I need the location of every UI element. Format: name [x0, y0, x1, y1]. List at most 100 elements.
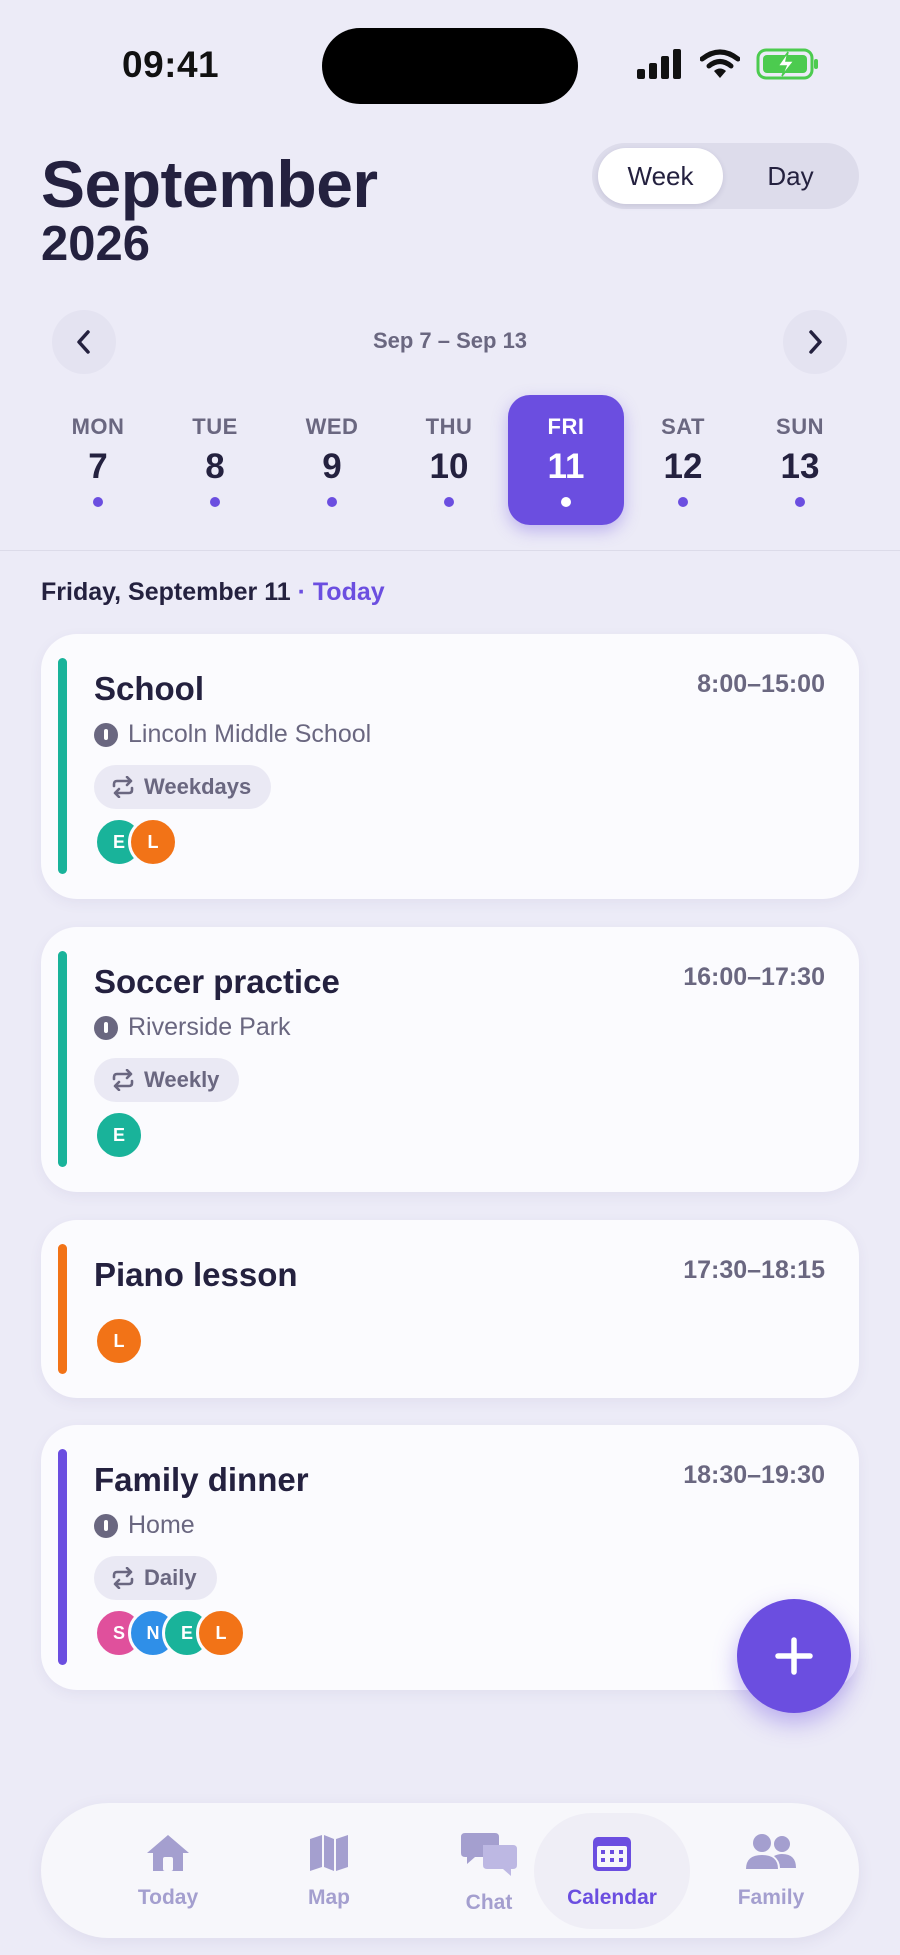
event-title: School: [94, 670, 205, 707]
location-pin-icon: [94, 722, 118, 747]
event-indicator-dot: [678, 497, 688, 507]
status-time: 09:41: [122, 44, 220, 85]
day-sunday[interactable]: SUN 13: [742, 395, 858, 525]
event-indicator-dot: [327, 497, 337, 507]
view-toggle: Week Day: [592, 143, 859, 209]
location-text: Riverside Park: [128, 1013, 291, 1041]
location-text: Home: [128, 1511, 195, 1539]
event-indicator-dot: [93, 497, 103, 507]
avatar: L: [128, 817, 178, 867]
recurrence-text: Weekdays: [144, 774, 252, 799]
calendar-icon: [593, 1837, 631, 1871]
event-color-bar: [58, 658, 67, 874]
attendee-avatars: S N E L: [94, 1608, 246, 1658]
event-location: Lincoln Middle School: [94, 720, 371, 749]
recurrence-text: Weekly: [144, 1067, 220, 1092]
event-time: 16:00–17:30: [683, 963, 825, 991]
event-time: 17:30–18:15: [683, 1256, 825, 1284]
event-color-bar: [58, 1244, 67, 1374]
chat-icon: [461, 1833, 517, 1876]
day-number: 13: [780, 447, 820, 486]
selected-date-heading: Friday, September 11 · Today: [41, 578, 385, 607]
day-number: 8: [205, 447, 225, 486]
tab-today[interactable]: Today: [93, 1803, 243, 1938]
day-number: 9: [322, 447, 342, 486]
add-event-button[interactable]: [737, 1599, 851, 1713]
day-name: WED: [305, 414, 359, 439]
map-icon: [310, 1835, 348, 1871]
week-range: Sep 7 – Sep 13: [372, 328, 528, 353]
location-pin-icon: [94, 1513, 118, 1538]
day-name: TUE: [192, 414, 238, 439]
next-week-button[interactable]: [783, 310, 847, 374]
repeat-icon: [112, 776, 134, 798]
avatar: L: [94, 1316, 144, 1366]
dynamic-island: [322, 28, 578, 104]
day-name: THU: [425, 414, 473, 439]
location-pin-icon: [94, 1015, 118, 1040]
month-title: September: [41, 147, 378, 221]
day-name: SAT: [661, 414, 705, 439]
tab-family[interactable]: Family: [696, 1803, 846, 1938]
recurrence-tag: Weekdays: [94, 765, 272, 809]
day-friday-selected[interactable]: FRI 11: [508, 395, 624, 525]
repeat-icon: [112, 1069, 134, 1091]
day-name: MON: [71, 414, 125, 439]
section-divider: [0, 550, 900, 551]
day-number: 11: [547, 447, 585, 486]
tab-label: Today: [137, 1886, 199, 1909]
event-color-bar: [58, 951, 67, 1167]
event-card-school[interactable]: School 8:00–15:00 Lincoln Middle School …: [41, 634, 859, 899]
event-indicator-dot: [210, 497, 220, 507]
plus-icon: [775, 1637, 813, 1675]
battery-charging-icon: [756, 48, 818, 80]
day-name: SUN: [776, 414, 824, 439]
selected-date-label: Friday, September 11: [41, 578, 291, 606]
event-card-piano-lesson[interactable]: Piano lesson 17:30–18:15 L: [41, 1220, 859, 1398]
chevron-right-icon: [809, 330, 822, 354]
day-saturday[interactable]: SAT 12: [625, 395, 741, 525]
tab-calendar[interactable]: Calendar: [537, 1803, 687, 1938]
event-title: Piano lesson: [94, 1256, 298, 1293]
day-number: 7: [88, 447, 108, 486]
avatar: L: [196, 1608, 246, 1658]
cellular-signal-icon: [637, 49, 681, 79]
event-time: 18:30–19:30: [683, 1461, 825, 1489]
day-tuesday[interactable]: TUE 8: [157, 395, 273, 525]
recurrence-tag: Daily: [94, 1556, 217, 1600]
bottom-tab-bar: Today Map Chat Calendar Family: [41, 1803, 859, 1938]
day-monday[interactable]: MON 7: [40, 395, 156, 525]
people-icon: [746, 1834, 796, 1869]
day-thursday[interactable]: THU 10: [391, 395, 507, 525]
status-bar: 09:41: [0, 0, 900, 130]
event-location: Home: [94, 1511, 195, 1540]
attendee-avatars: E: [94, 1110, 144, 1160]
year-title: 2026: [41, 217, 151, 271]
event-indicator-dot: [444, 497, 454, 507]
recurrence-tag: Weekly: [94, 1058, 240, 1102]
event-location: Riverside Park: [94, 1013, 291, 1042]
attendee-avatars: L: [94, 1316, 144, 1366]
day-number: 12: [663, 447, 703, 486]
event-indicator-dot: [795, 497, 805, 507]
home-icon: [147, 1835, 189, 1871]
wifi-icon: [700, 49, 740, 78]
tab-label: Family: [737, 1886, 805, 1909]
event-title: Family dinner: [94, 1461, 309, 1498]
day-name: FRI: [547, 414, 585, 439]
location-text: Lincoln Middle School: [128, 720, 372, 748]
day-wednesday[interactable]: WED 9: [274, 395, 390, 525]
today-label: · Today: [297, 578, 385, 606]
tab-label: Map: [308, 1886, 350, 1909]
event-indicator-dot: [561, 497, 571, 507]
day-view-button[interactable]: Day: [728, 148, 853, 204]
week-view-button[interactable]: Week: [598, 148, 723, 204]
status-icons: [636, 48, 820, 80]
avatar: E: [94, 1110, 144, 1160]
tab-label: Calendar: [567, 1886, 657, 1909]
recurrence-text: Daily: [144, 1565, 197, 1590]
event-card-soccer-practice[interactable]: Soccer practice 16:00–17:30 Riverside Pa…: [41, 927, 859, 1192]
tab-map[interactable]: Map: [254, 1803, 404, 1938]
attendee-avatars: E L: [94, 817, 178, 867]
event-time: 8:00–15:00: [697, 670, 825, 698]
